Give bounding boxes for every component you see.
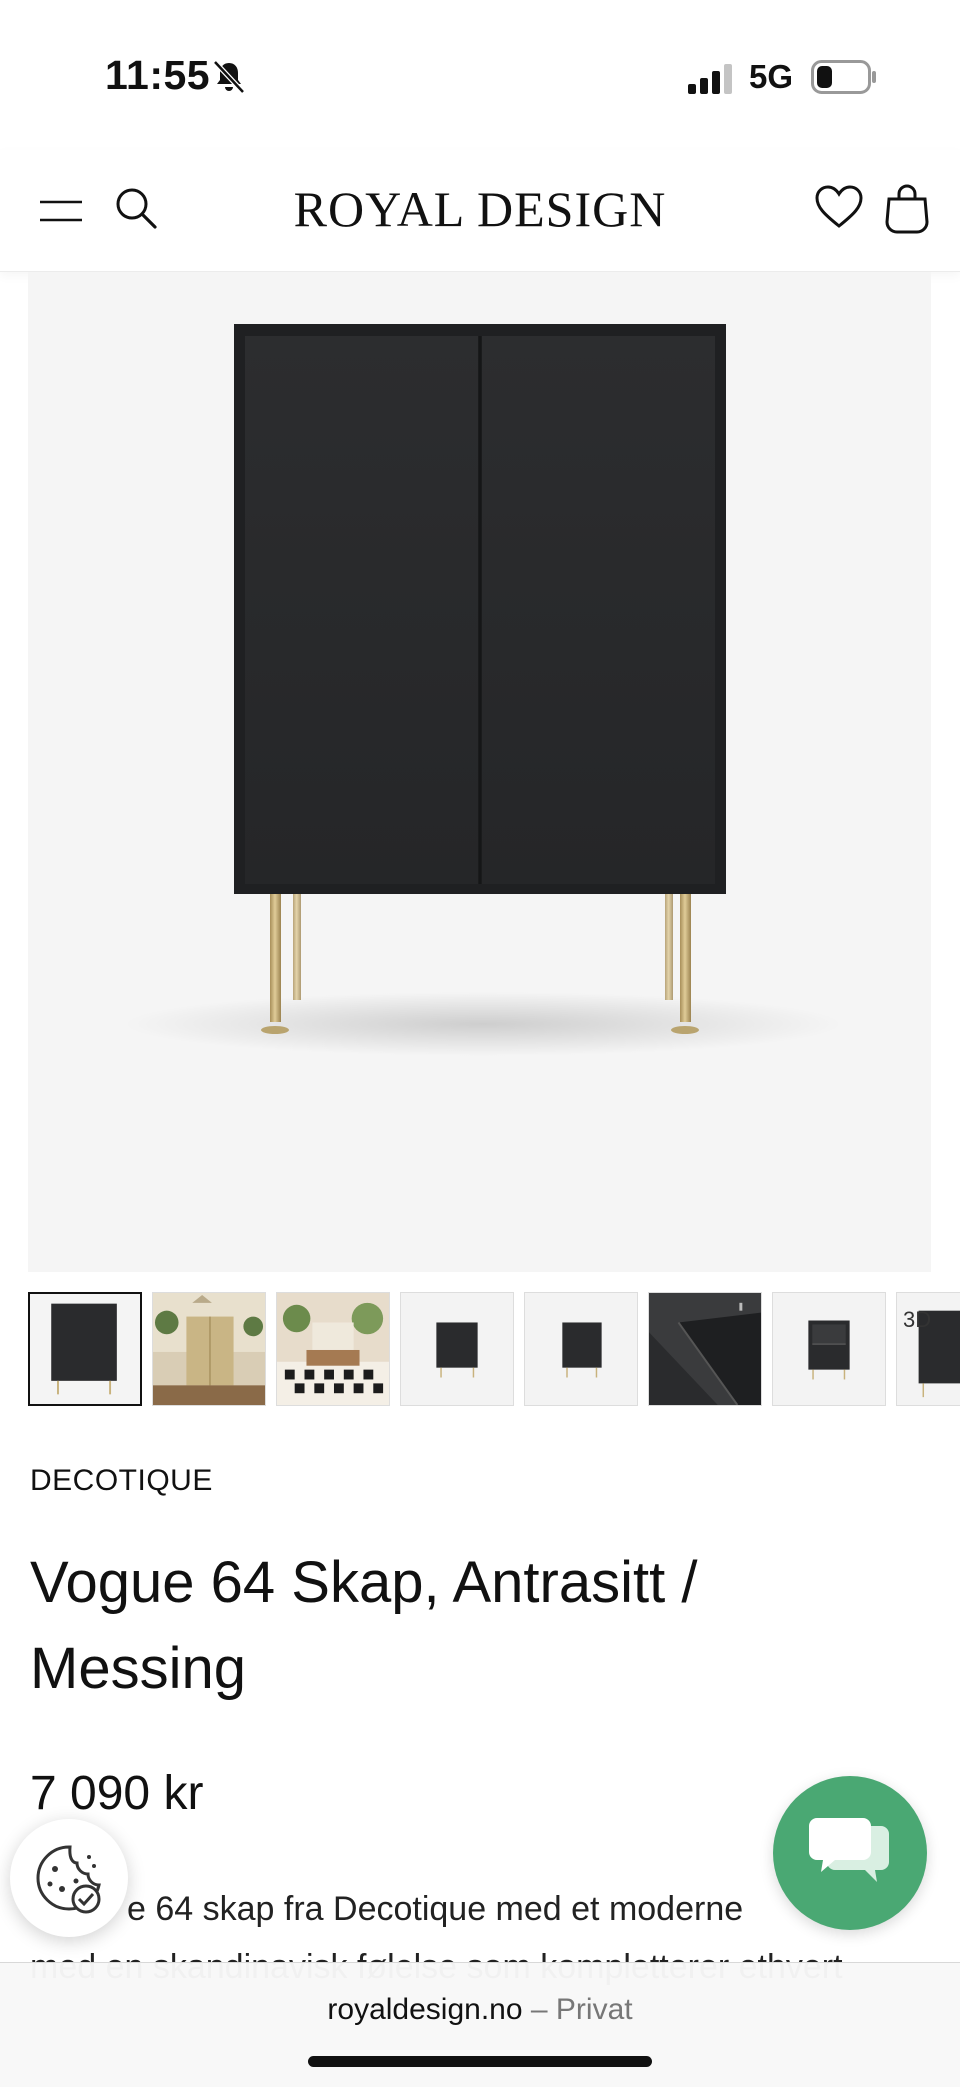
bag-icon[interactable] — [884, 182, 930, 234]
thumbnail-7[interactable] — [772, 1292, 886, 1406]
product-hero-image[interactable] — [28, 272, 931, 1272]
browser-url[interactable]: royaldesign.no – Privat — [0, 1993, 960, 2027]
status-time: 11:55 — [105, 52, 211, 98]
3d-badge: 3D — [903, 1307, 932, 1332]
network-label: 5G — [749, 58, 794, 95]
cookie-settings-button[interactable] — [10, 1819, 128, 1937]
battery-icon — [811, 60, 876, 94]
product-title: Vogue 64 Skap, Antrasitt / Messing — [30, 1550, 698, 1701]
thumbnail-strip: 3D — [28, 1292, 960, 1406]
thumbnail-5[interactable] — [524, 1292, 638, 1406]
product-price: 7 090 kr — [30, 1767, 204, 1820]
thumbnail-1[interactable] — [28, 1292, 142, 1406]
bell-slash-icon — [213, 60, 245, 94]
heart-icon[interactable] — [814, 184, 864, 230]
browser-separator: – — [522, 1993, 556, 2026]
thumbnail-3[interactable] — [276, 1292, 390, 1406]
status-bar: 11:55 5G — [0, 0, 960, 150]
thumbnail-6[interactable] — [648, 1292, 762, 1406]
browser-address-bar[interactable]: royaldesign.no – Privat — [0, 1962, 960, 2087]
home-indicator[interactable] — [308, 2056, 652, 2067]
product-brand[interactable]: DECOTIQUE — [30, 1464, 213, 1498]
thumbnail-2[interactable] — [152, 1292, 266, 1406]
site-header: ROYAL DESIGN — [0, 150, 960, 272]
thumbnail-4[interactable] — [400, 1292, 514, 1406]
signal-icon — [688, 64, 732, 94]
thumbnail-8-3d[interactable]: 3D — [896, 1292, 960, 1406]
browser-mode: Privat — [555, 1993, 633, 2026]
chat-button[interactable] — [773, 1776, 927, 1930]
chat-icon — [809, 1818, 889, 1882]
cabinet-illustration — [123, 324, 843, 1056]
cookie-icon — [36, 1845, 101, 1914]
browser-domain: royaldesign.no — [327, 1993, 523, 2026]
